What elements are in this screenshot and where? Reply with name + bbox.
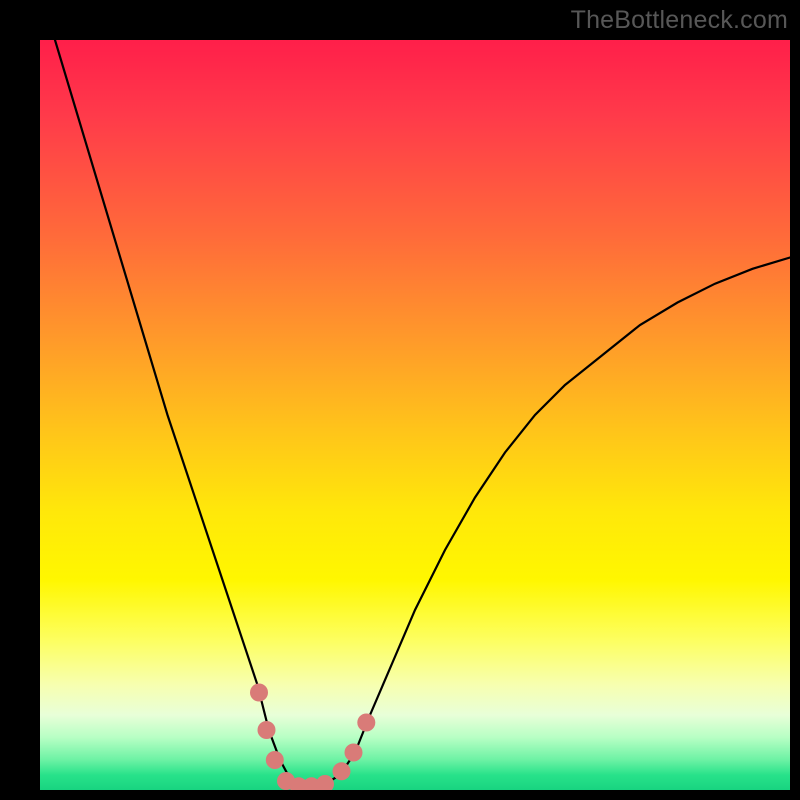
watermark-text: TheBottleneck.com (571, 6, 788, 35)
marker-point (266, 751, 284, 769)
marker-point (345, 744, 363, 762)
chart-frame: TheBottleneck.com (0, 0, 800, 800)
marker-group (250, 684, 375, 791)
curve-svg (40, 40, 790, 790)
marker-point (333, 762, 351, 780)
marker-point (250, 684, 268, 702)
marker-point (258, 721, 276, 739)
marker-point (357, 714, 375, 732)
bottleneck-curve (55, 40, 790, 786)
plot-area (40, 40, 790, 790)
marker-point (316, 775, 334, 790)
